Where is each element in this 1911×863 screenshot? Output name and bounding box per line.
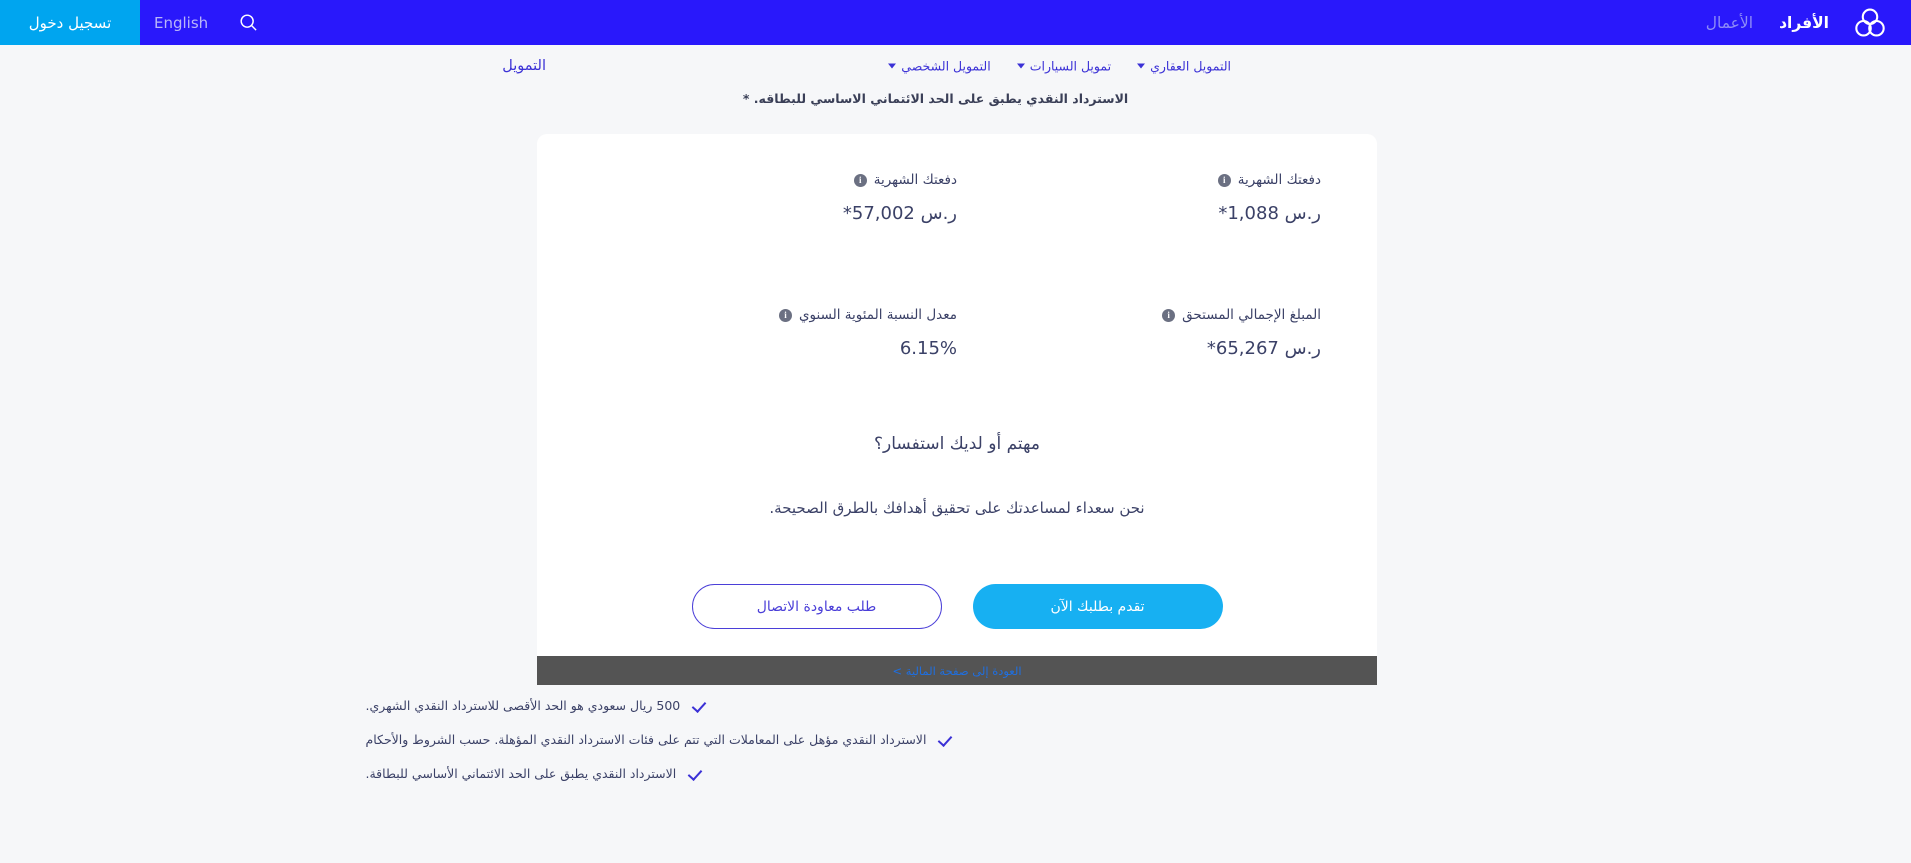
apply-now-button[interactable]: تقدم بطلبك الآن: [972, 584, 1223, 629]
asterisk-mark: *: [742, 91, 750, 106]
metric-label-text: دفعتك الشهرية: [1237, 172, 1321, 188]
login-button[interactable]: تسجيل دخول: [0, 0, 140, 45]
list-item-inner: الاسترداد النقدي مؤهل على المعاملات التي…: [366, 732, 1546, 749]
metrics-row-2: المبلغ الإجمالي المستحق i ر.س 65,267* مع…: [593, 307, 1321, 359]
subnav-items: التمويل العقاري تمويل السيارات التمويل ا…: [888, 58, 1231, 73]
list-item: الاسترداد النقدي يطبق على الحد الائتماني…: [0, 766, 1911, 783]
subnav-label: تمويل السيارات: [1029, 58, 1112, 73]
language-toggle[interactable]: English: [140, 0, 222, 45]
top-header-bar: الأفراد الأعمال English تسجيل دخول: [0, 0, 1911, 45]
chevron-down-icon: [1137, 63, 1146, 68]
asterisk-note-text: الاسترداد النقدي يطبق على الحد الائتماني…: [753, 91, 1129, 106]
request-callback-button[interactable]: طلب معاودة الاتصال: [691, 584, 942, 629]
metric-value: ر.س 57,002*: [842, 203, 957, 224]
info-icon[interactable]: i: [1217, 173, 1231, 187]
metric-value: 6.15%: [899, 338, 957, 359]
info-icon[interactable]: i: [778, 308, 792, 322]
checklist-text: الاسترداد النقدي مؤهل على المعاملات التي…: [365, 731, 927, 747]
metric-total-amount-due: المبلغ الإجمالي المستحق i ر.س 65,267*: [957, 307, 1321, 359]
checklist-text: 500 ريال سعودي هو الحد الأقصى للاسترداد …: [365, 698, 681, 713]
list-item-inner: الاسترداد النقدي يطبق على الحد الائتماني…: [366, 766, 1546, 783]
metric-value: ر.س 1,088*: [1218, 203, 1321, 224]
metrics-row-1: دفعتك الشهرية i ر.س 1,088* دفعتك الشهرية…: [593, 172, 1321, 224]
info-icon[interactable]: i: [853, 173, 867, 187]
metric-label-wrap: معدل النسبة المئوية السنوي i: [593, 307, 957, 323]
metric-label-wrap: دفعتك الشهرية i: [593, 172, 957, 188]
subnav-item-personal-finance[interactable]: التمويل الشخصي: [888, 58, 991, 73]
chevron-down-icon: [888, 63, 897, 68]
metric-label-wrap: دفعتك الشهرية i: [957, 172, 1321, 188]
sub-navigation-inner: التمويل التمويل العقاري تمويل السيارات ا…: [0, 58, 1911, 74]
check-icon: [692, 699, 707, 714]
check-icon: [938, 733, 953, 748]
metric-label-text: معدل النسبة المئوية السنوي: [798, 307, 957, 323]
benefits-checklist: 500 ريال سعودي هو الحد الأقصى للاسترداد …: [0, 698, 1911, 800]
help-subtitle: نحن سعداء لمساعدتك على تحقيق أهدافك بالط…: [769, 499, 1145, 517]
asterisk-note: الاسترداد النقدي يطبق على الحد الائتماني…: [0, 91, 1911, 106]
segment-link-individuals[interactable]: الأفراد: [1779, 14, 1829, 32]
search-icon[interactable]: [222, 0, 274, 45]
metric-label-text: دفعتك الشهرية: [873, 172, 957, 188]
help-block: مهتم أو لديك استفسار؟ نحن سعداء لمساعدتك…: [537, 434, 1377, 517]
back-link-strip: العودة إلى صفحة المالية >: [537, 656, 1377, 685]
info-icon[interactable]: i: [1162, 308, 1176, 322]
metrics-grid: دفعتك الشهرية i ر.س 1,088* دفعتك الشهرية…: [537, 172, 1377, 359]
brand-zone: الأفراد الأعمال: [1706, 0, 1911, 45]
audience-segment-links: الأفراد الأعمال: [1706, 14, 1829, 32]
check-icon: [688, 767, 703, 782]
chevron-down-icon: [1016, 63, 1025, 68]
header-spacer: [274, 0, 1706, 45]
metric-value: ر.س 65,267*: [1206, 338, 1321, 359]
checklist-text: الاسترداد النقدي يطبق على الحد الائتماني…: [365, 765, 677, 781]
header-actions: English تسجيل دخول: [0, 0, 274, 45]
metric-label-wrap: المبلغ الإجمالي المستحق i: [957, 307, 1321, 323]
page-body: الاسترداد النقدي يطبق على الحد الائتماني…: [0, 86, 1911, 863]
back-to-finance-page-link[interactable]: العودة إلى صفحة المالية >: [892, 664, 1021, 678]
list-item: الاسترداد النقدي مؤهل على المعاملات التي…: [0, 732, 1911, 749]
subnav-item-auto-finance[interactable]: تمويل السيارات: [1016, 58, 1112, 73]
subnav-label: التمويل العقاري: [1150, 58, 1231, 73]
subnav-item-real-estate-finance[interactable]: التمويل العقاري: [1137, 58, 1231, 73]
alinma-trefoil-logo-icon[interactable]: [1851, 4, 1889, 42]
calculator-result-card: دفعتك الشهرية i ر.س 1,088* دفعتك الشهرية…: [537, 134, 1377, 656]
metric-apr: معدل النسبة المئوية السنوي i 6.15%: [593, 307, 957, 359]
segment-link-business[interactable]: الأعمال: [1706, 14, 1753, 32]
help-title: مهتم أو لديك استفسار؟: [874, 434, 1040, 454]
subnav-title-finance[interactable]: التمويل: [502, 58, 546, 74]
list-item-inner: 500 ريال سعودي هو الحد الأقصى للاسترداد …: [366, 698, 1546, 715]
metric-monthly-payment-2: دفعتك الشهرية i ر.س 57,002*: [593, 172, 957, 224]
cta-row: تقدم بطلبك الآن طلب معاودة الاتصال: [537, 584, 1377, 629]
sub-navigation-bar: التمويل التمويل العقاري تمويل السيارات ا…: [0, 45, 1911, 86]
metric-label-text: المبلغ الإجمالي المستحق: [1182, 307, 1321, 323]
list-item: 500 ريال سعودي هو الحد الأقصى للاسترداد …: [0, 698, 1911, 715]
metric-monthly-payment-1: دفعتك الشهرية i ر.س 1,088*: [957, 172, 1321, 224]
subnav-label: التمويل الشخصي: [901, 58, 991, 73]
